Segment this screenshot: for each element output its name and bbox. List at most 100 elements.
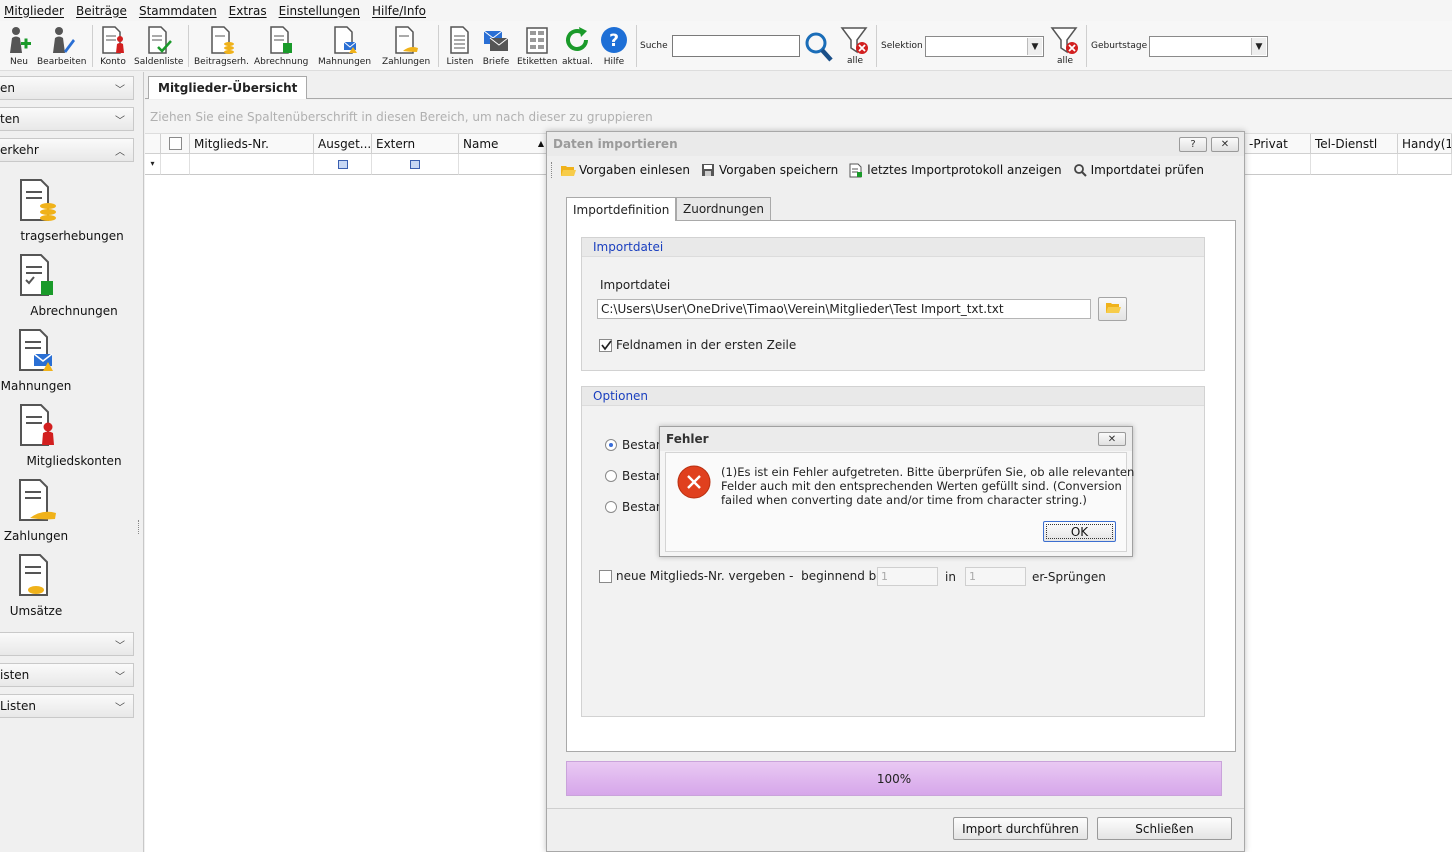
menu-hilfe[interactable]: Hilfe/Info — [372, 4, 426, 18]
menu-extras[interactable]: Extras — [229, 4, 267, 18]
checkbox-checked — [599, 338, 612, 352]
fieldnames-first-row-checkbox[interactable]: Feldnamen in der ersten Zeile — [599, 338, 796, 352]
payment-icon — [14, 476, 58, 529]
menu-stammdaten[interactable]: Stammdaten — [139, 4, 217, 18]
tab-zuordnungen[interactable]: Zuordnungen — [676, 197, 771, 220]
help-button[interactable]: ? Hilfe — [599, 23, 629, 67]
dialog-help-button[interactable]: ? — [1179, 137, 1207, 152]
refresh-button[interactable]: aktual. — [562, 23, 593, 67]
new-member-nr-checkbox[interactable]: neue Mitglieds-Nr. vergeben - beginnend … — [599, 569, 887, 583]
nav-group-header-listen-2[interactable]: Listen ﹀ — [0, 694, 134, 718]
column-header-ausgetreten[interactable]: Ausget... — [314, 134, 372, 154]
document-tabs: Mitglieder-Übersicht — [145, 72, 1452, 99]
filter-all-button-1[interactable]: alle — [840, 24, 870, 66]
error-dialog: Fehler ✕ (1)Es ist ein Fehler aufgetrete… — [659, 426, 1134, 557]
save-presets-button[interactable]: Vorgaben speichern — [700, 163, 838, 177]
menu-mitglieder[interactable]: Mitglieder — [4, 4, 64, 18]
column-header-name[interactable]: Name ▲ — [459, 134, 549, 154]
column-header-mitglieds-nr[interactable]: Mitglieds-Nr. — [190, 134, 314, 154]
chevron-up-icon: ︿ — [115, 147, 125, 158]
importfile-group: Importdatei Importdatei Feldnamen in der… — [581, 237, 1205, 371]
mahnungen-button[interactable]: Mahnungen — [318, 23, 371, 67]
close-dialog-button[interactable]: Schließen — [1097, 817, 1232, 840]
options-group-header: Optionen — [582, 387, 1204, 406]
search-icon[interactable] — [804, 30, 834, 65]
nav-group-header[interactable]: ﹀ — [0, 632, 134, 656]
edit-button[interactable]: Bearbeiten — [37, 23, 86, 67]
filter-cell[interactable] — [161, 154, 190, 175]
account-doc-icon — [15, 401, 59, 454]
account-button[interactable]: Konto — [98, 23, 128, 67]
column-header-extern[interactable]: Extern — [372, 134, 459, 154]
nav-item-mahnungen[interactable]: Mahnungen — [0, 326, 134, 393]
turnover-icon — [14, 551, 58, 604]
step-input[interactable] — [965, 567, 1026, 586]
filter-clear-icon — [1050, 24, 1080, 58]
log-doc-icon — [848, 163, 864, 177]
column-header-tel-privat[interactable]: -Privat — [1245, 134, 1311, 154]
zahlungen-button[interactable]: Zahlungen — [382, 23, 430, 67]
beitragserhebung-button[interactable]: Beitragserh. — [194, 23, 249, 67]
dialog-close-button[interactable]: ✕ — [1211, 137, 1239, 152]
browse-file-button[interactable] — [1098, 297, 1127, 321]
nav-group-header-zahlungsverkehr[interactable]: erkehr ︿ — [0, 138, 134, 162]
svg-text:?: ? — [609, 31, 619, 51]
filter-cell-extern[interactable] — [372, 154, 459, 175]
search-input[interactable] — [672, 35, 800, 57]
error-close-button[interactable]: ✕ — [1098, 432, 1126, 446]
filter-cell-tel-dienstl[interactable] — [1311, 154, 1398, 175]
menu-beitraege[interactable]: Beiträge — [76, 4, 127, 18]
nav-item-beitragserhebungen[interactable]: tragserhebungen — [0, 176, 124, 243]
listen-button[interactable]: Listen — [445, 23, 475, 67]
nav-item-abrechnungen[interactable]: Abrechnungen — [0, 251, 118, 318]
column-header-handy[interactable]: Handy(1) — [1398, 134, 1452, 154]
dunning-icon — [330, 23, 360, 57]
importfile-path-input[interactable] — [597, 299, 1091, 319]
filter-cell-name[interactable] — [459, 154, 549, 175]
chevron-down-icon: ▼ — [1251, 38, 1266, 55]
abrechnung-button[interactable]: Abrechnung — [254, 23, 308, 67]
check-import-file-button[interactable]: Importdatei prüfen — [1072, 163, 1204, 177]
ok-button[interactable]: OK — [1043, 521, 1116, 542]
dunning-icon — [14, 326, 58, 379]
nav-item-zahlungen[interactable]: Zahlungen — [0, 476, 134, 543]
save-icon — [700, 163, 716, 177]
account-doc-icon — [98, 23, 128, 57]
chevron-down-icon: ﹀ — [115, 703, 125, 714]
briefe-button[interactable]: Briefe — [481, 23, 511, 67]
filter-cell-mitglieds-nr[interactable] — [190, 154, 314, 175]
nav-group-header-listen[interactable]: isten ﹀ — [0, 663, 134, 687]
filter-cell-tel-privat[interactable] — [1245, 154, 1311, 175]
importfile-group-header: Importdatei — [582, 238, 1204, 257]
start-number-input[interactable] — [877, 567, 938, 586]
show-import-log-button[interactable]: letztes Importprotokoll anzeigen — [848, 163, 1062, 177]
nav-group-header[interactable]: en ﹀ — [0, 76, 134, 100]
folder-open-icon — [560, 163, 576, 177]
etiketten-button[interactable]: Etiketten — [517, 23, 557, 67]
nav-item-umsaetze[interactable]: Umsätze — [0, 551, 134, 618]
navigation-panel: en ﹀ ten ﹀ erkehr ︿ tragserhebungen Abrechn… — [0, 72, 144, 852]
selektion-select[interactable]: ▼ — [925, 36, 1044, 57]
filter-all-button-2[interactable]: alle — [1050, 24, 1080, 66]
option-radio-2[interactable]: Bestan — [605, 469, 664, 483]
saldenliste-button[interactable]: Saldenliste — [134, 23, 183, 67]
tab-importdefinition[interactable]: Importdefinition — [566, 197, 677, 221]
group-by-area[interactable]: Ziehen Sie eine Spaltenüberschrift in di… — [145, 100, 1452, 134]
tab-mitglieder-uebersicht[interactable]: Mitglieder-Übersicht — [148, 76, 308, 99]
filter-cell-handy[interactable] — [1398, 154, 1452, 175]
new-button[interactable]: Neu — [4, 23, 34, 67]
import-execute-button[interactable]: Import durchführen — [953, 817, 1088, 840]
select-all-checkbox[interactable] — [161, 134, 190, 154]
load-presets-button[interactable]: Vorgaben einlesen — [560, 163, 690, 177]
geburtstage-select[interactable]: ▼ — [1149, 36, 1268, 57]
menu-einstellungen[interactable]: Einstellungen — [279, 4, 360, 18]
filter-cell-ausgetreten[interactable] — [314, 154, 372, 175]
nav-group-header[interactable]: ten ﹀ — [0, 107, 134, 131]
nav-item-mitgliedskonten[interactable]: Mitgliedskonten — [0, 401, 122, 468]
geburtstage-label: Geburtstage — [1091, 41, 1148, 51]
option-radio-1[interactable]: Bestan — [605, 438, 664, 452]
column-header-tel-dienstl[interactable]: Tel-Dienstl — [1311, 134, 1398, 154]
option-radio-3[interactable]: Bestan — [605, 500, 664, 514]
splitter-handle[interactable] — [138, 520, 140, 534]
import-dialog-title: Daten importieren — [547, 132, 1244, 156]
